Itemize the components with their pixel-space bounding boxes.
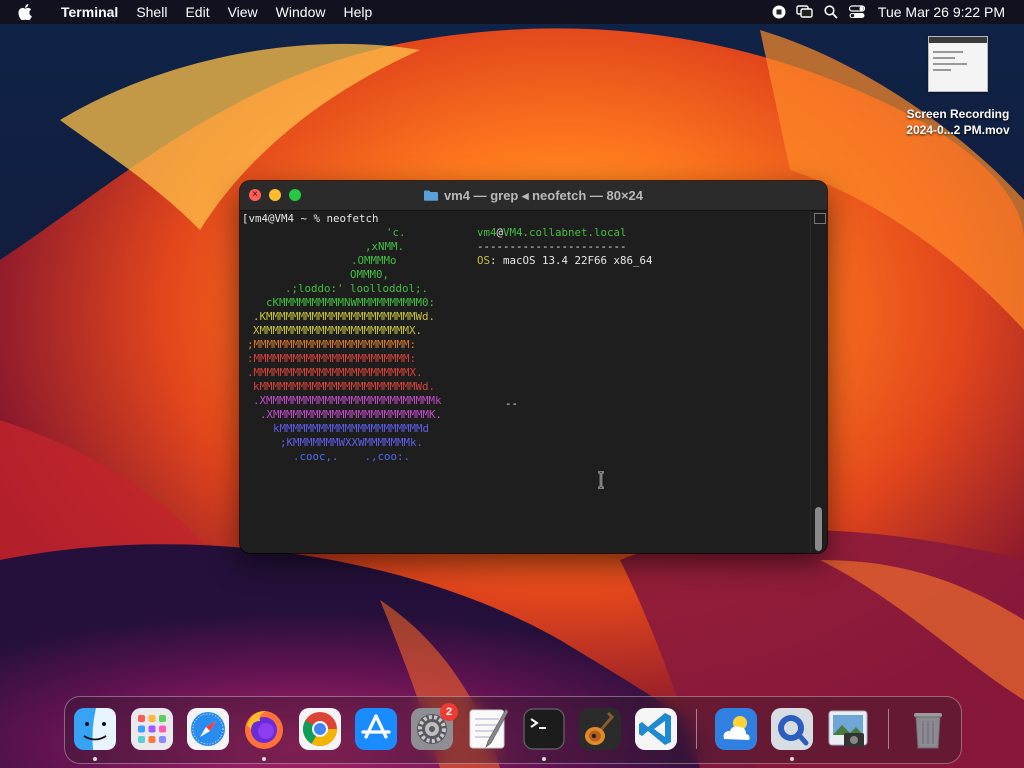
terminal-window-title: vm4 — grep ◂ neofetch — 80×24 xyxy=(240,181,827,210)
weather-icon xyxy=(715,708,757,750)
app-store-icon xyxy=(355,708,397,750)
dock-vscode[interactable] xyxy=(634,707,678,751)
dock-trash[interactable] xyxy=(906,707,950,751)
safari-icon xyxy=(187,708,229,750)
menu-view[interactable]: View xyxy=(219,0,267,24)
logo-line: kMMMMMMMMMMMMMMMMMMMMMMd xyxy=(273,422,430,435)
text-cursor-icon xyxy=(557,457,606,507)
firefox-icon xyxy=(245,711,283,749)
logo-line: ,xNMM. xyxy=(365,240,405,253)
dock-quicktime[interactable] xyxy=(770,707,814,751)
dock-launchpad[interactable] xyxy=(130,707,174,751)
logo-line: kMMMMMMMMMMMMMMMMMMMMMMMMWd. xyxy=(253,380,436,393)
trash-icon xyxy=(914,713,942,749)
terminal-output[interactable]: [vm4@VM4 ~ % neofetch 'c. ,xNMM. .OMMMMo… xyxy=(240,211,811,553)
dash-text: -- xyxy=(505,397,519,410)
folder-icon xyxy=(423,182,438,201)
dock-garageband[interactable] xyxy=(578,707,622,751)
scrollbar-thumb[interactable] xyxy=(815,507,822,551)
menu-bar: Terminal Shell Edit View Window Help Tue… xyxy=(0,0,1024,24)
logo-line: .OMMMMo xyxy=(351,254,397,267)
finder-icon xyxy=(74,708,116,750)
logo-line: .;loddo:' loolloddol;. xyxy=(285,282,429,295)
logo-line: .KMMMMMMMMMMMMMMMMMMMMMMMWd. xyxy=(253,310,436,323)
video-thumbnail-icon xyxy=(928,36,988,92)
logo-line: .XMMMMMMMMMMMMMMMMMMMMMMMMMMk xyxy=(253,394,442,407)
logo-line: cKMMMMMMMMMMNWMMMMMMMMMM0: xyxy=(266,296,436,309)
garageband-guitar-icon xyxy=(579,708,621,750)
menu-window[interactable]: Window xyxy=(267,0,335,24)
desktop-file-screen-recording[interactable]: Screen Recording 2024-0...2 PM.mov xyxy=(896,36,1020,138)
dock-firefox[interactable] xyxy=(242,707,286,751)
dock-app-store[interactable] xyxy=(354,707,398,751)
menu-help[interactable]: Help xyxy=(334,0,381,24)
dock-preview[interactable] xyxy=(826,707,870,751)
separator-line: ----------------------- xyxy=(477,240,627,253)
menu-bar-clock[interactable]: Tue Mar 26 9:22 PM xyxy=(870,4,1024,20)
menu-edit[interactable]: Edit xyxy=(176,0,218,24)
dock-weather[interactable] xyxy=(714,707,758,751)
terminal-icon xyxy=(523,708,565,750)
terminal-scrollbar[interactable] xyxy=(810,211,827,553)
spotlight-search-icon[interactable] xyxy=(818,0,844,24)
dock-safari[interactable] xyxy=(186,707,230,751)
vscode-icon xyxy=(635,708,677,750)
terminal-window[interactable]: × vm4 — grep ◂ neofetch — 80×24 [vm4@VM4… xyxy=(240,181,827,553)
textedit-icon xyxy=(469,708,509,749)
settings-notification-badge: 2 xyxy=(440,703,458,721)
quicktime-icon xyxy=(771,708,813,750)
apple-menu-icon[interactable] xyxy=(18,0,34,24)
os-line: OS: macOS 13.4 22F66 x86_64 xyxy=(477,254,653,267)
user-host-line: vm4@VM4.collabnet.local xyxy=(477,226,627,239)
scroll-split-icon[interactable] xyxy=(814,213,826,224)
launchpad-icon xyxy=(131,708,173,750)
logo-line: :MMMMMMMMMMMMMMMMMMMMMMMM: xyxy=(247,352,417,365)
preview-icon xyxy=(828,710,868,747)
dock-textedit[interactable] xyxy=(466,707,510,751)
control-center-icon[interactable] xyxy=(844,0,870,24)
logo-line: ;MMMMMMMMMMMMMMMMMMMMMMMM: xyxy=(247,338,417,351)
logo-line: .cooc,. .,coo:. xyxy=(293,450,411,463)
dock-chrome[interactable] xyxy=(298,707,342,751)
logo-line: ;KMMMMMMMWXXWMMMMMMMk. xyxy=(280,436,424,449)
logo-line: 'c. xyxy=(386,226,406,239)
logo-line: .MMMMMMMMMMMMMMMMMMMMMMMMX. xyxy=(247,366,423,379)
menu-shell[interactable]: Shell xyxy=(127,0,176,24)
menu-app-terminal[interactable]: Terminal xyxy=(52,0,127,24)
dock-finder[interactable] xyxy=(73,707,117,751)
prompt-line: [vm4@VM4 ~ % neofetch xyxy=(242,212,379,225)
dock-system-settings[interactable]: 2 xyxy=(410,703,458,751)
chrome-icon xyxy=(299,708,341,750)
logo-line: XMMMMMMMMMMMMMMMMMMMMMMMX. xyxy=(253,324,423,337)
logo-line: .XMMMMMMMMMMMMMMMMMMMMMMMMK. xyxy=(260,408,443,421)
screen-recording-stop-icon[interactable] xyxy=(766,0,792,24)
dock-terminal[interactable] xyxy=(522,707,566,751)
terminal-title-bar[interactable]: × vm4 — grep ◂ neofetch — 80×24 xyxy=(240,181,827,211)
desktop-file-label: Screen Recording 2024-0...2 PM.mov xyxy=(906,107,1010,137)
dock: 2 xyxy=(64,696,962,764)
logo-line: OMMM0, xyxy=(350,268,390,281)
screen-mirroring-icon[interactable] xyxy=(792,0,818,24)
